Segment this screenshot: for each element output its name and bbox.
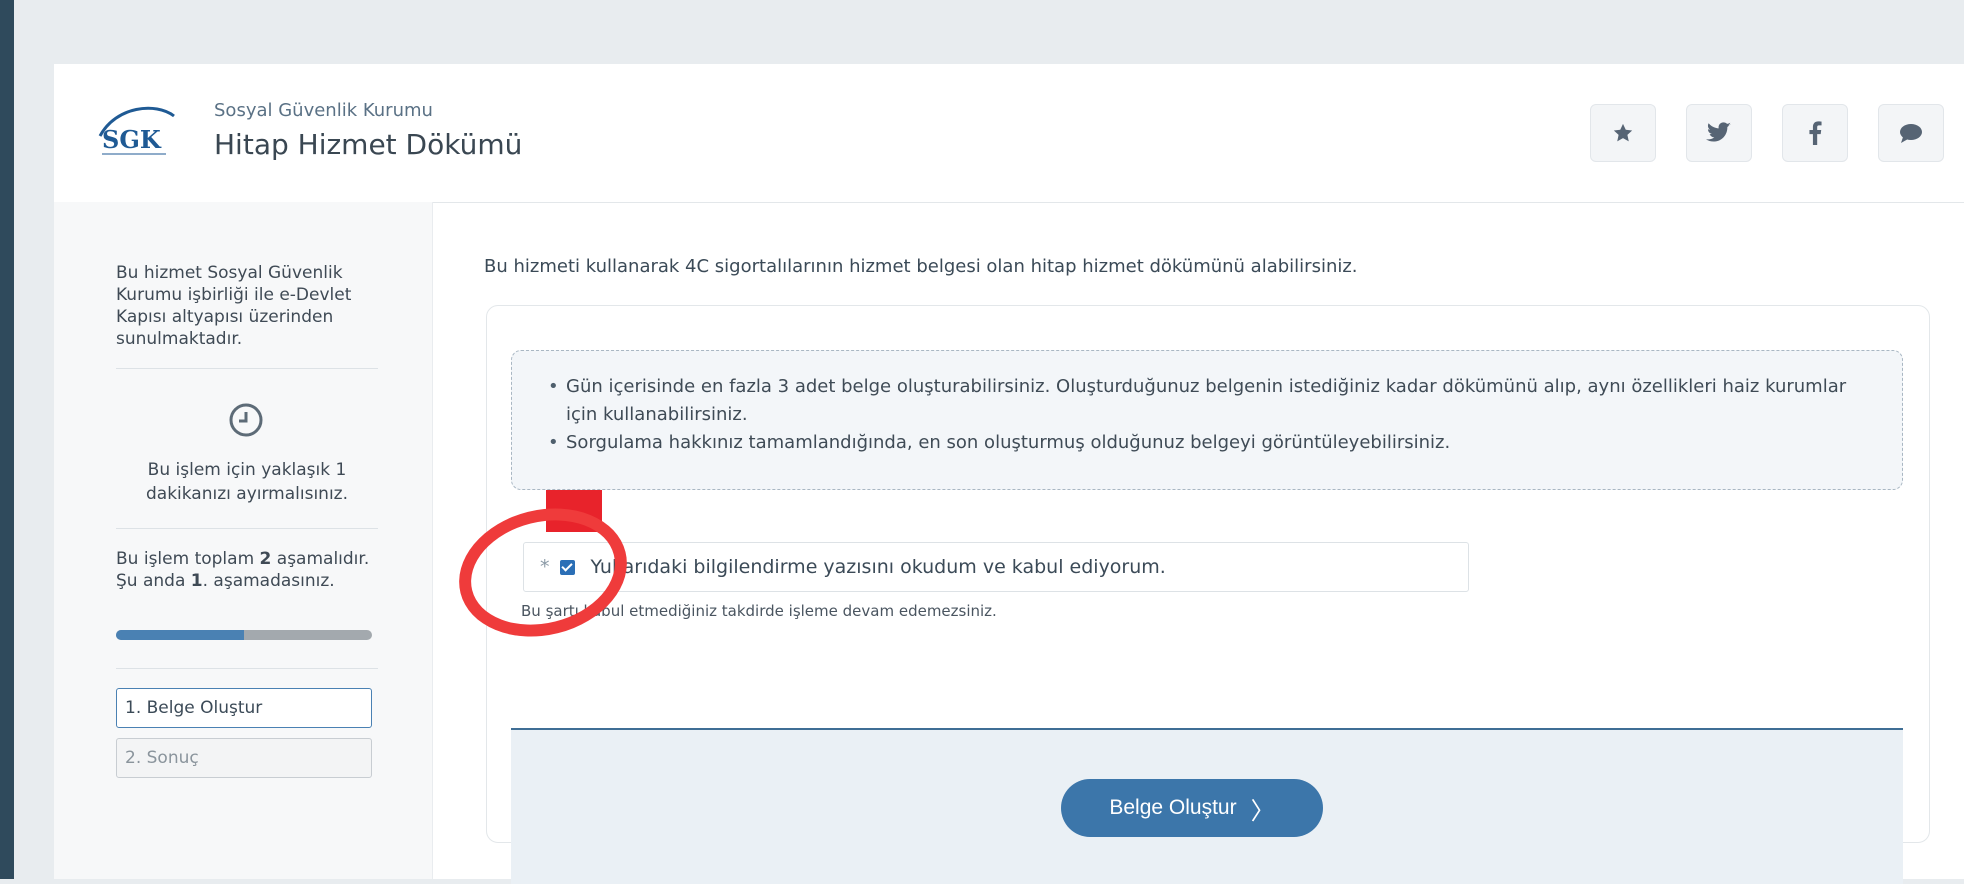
twitter-icon [1706,122,1731,142]
sidebar-divider [116,368,378,369]
feedback-button[interactable] [1878,104,1944,162]
facebook-share-button[interactable] [1782,104,1848,162]
chevron-right-icon: 〉 [1250,797,1275,825]
sidebar-divider [116,528,378,529]
page-title: Hitap Hizmet Dökümü [214,128,523,161]
page-header: SGK Sosyal Güvenlik Kurumu Hitap Hizmet … [54,64,1964,203]
form-panel: Gün içerisinde en fazla 3 adet belge olu… [486,305,1930,884]
steps-text-post: . aşamadasınız. [202,571,335,591]
step-item-sonuc[interactable]: 2. Sonuç [116,738,372,778]
intro-text: Bu hizmeti kullanarak 4C sigortalılarını… [484,256,1358,277]
sidebar-time-text: Bu işlem için yaklaşık 1 dakikanızı ayır… [145,460,348,504]
left-edge-strip [0,0,14,879]
service-card: SGK Sosyal Güvenlik Kurumu Hitap Hizmet … [54,64,1964,884]
org-name: Sosyal Güvenlik Kurumu [214,100,433,121]
notice-item: Sorgulama hakkınız tamamlandığında, en s… [548,429,1866,457]
sgk-logo: SGK [96,100,176,160]
favorite-button[interactable] [1590,104,1656,162]
sidebar-steps-text: Bu işlem toplam 2 aşamalıdır. Şu anda 1.… [116,548,378,592]
step-progress-fill [116,630,244,640]
notice-box: Gün içerisinde en fazla 3 adet belge olu… [511,350,1903,490]
sidebar-divider [116,668,378,669]
notice-item: Gün içerisinde en fazla 3 adet belge olu… [548,373,1866,429]
create-document-label: Belge Oluştur [1109,796,1237,819]
facebook-icon [1809,121,1822,145]
sidebar-info-text: Bu hizmet Sosyal Güvenlik Kurumu işbirli… [116,263,352,349]
step-progress-bar [116,630,372,640]
consent-field[interactable]: * Yukarıdaki bilgilendirme yazısını okud… [523,542,1469,592]
consent-label: Yukarıdaki bilgilendirme yazısını okudum… [590,556,1166,578]
sidebar: Bu hizmet Sosyal Güvenlik Kurumu işbirli… [54,202,433,879]
step-item-belge-olustur[interactable]: 1. Belge Oluştur [116,688,372,728]
form-footer: Belge Oluştur 〉 [511,728,1903,884]
steps-total: 2 [259,549,272,569]
create-document-button[interactable]: Belge Oluştur 〉 [1061,779,1323,837]
star-icon [1613,123,1633,142]
twitter-share-button[interactable] [1686,104,1752,162]
clock-icon [228,402,264,438]
comment-icon [1900,124,1922,143]
logo-text: SGK [102,125,162,154]
steps-text-pre: Bu işlem toplam [116,549,260,569]
steps-current: 1 [190,571,203,591]
